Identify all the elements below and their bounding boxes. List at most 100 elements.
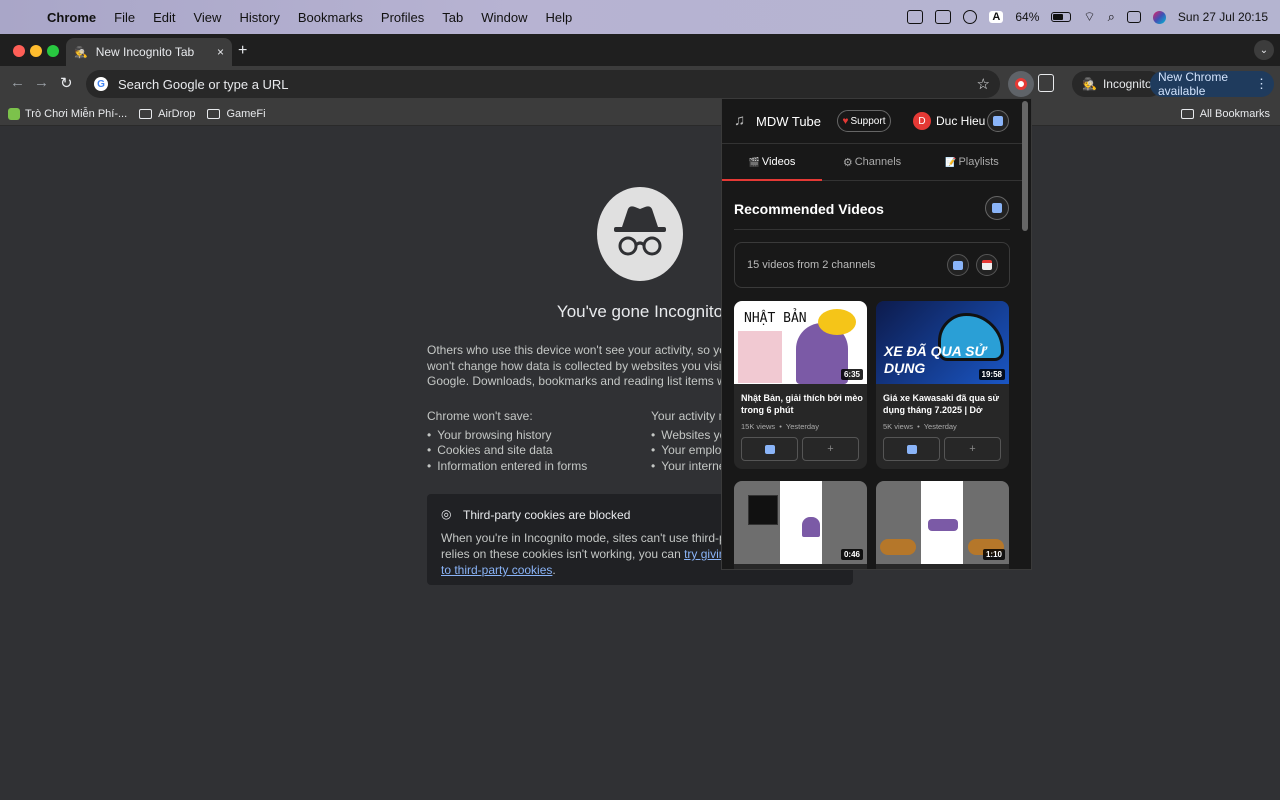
menu-file[interactable]: File [105, 10, 144, 25]
chrome-update-button[interactable]: New Chrome available ⋮ [1150, 70, 1274, 98]
tab-title: New Incognito Tab [95, 45, 195, 59]
screen-capture-icon[interactable] [907, 10, 924, 24]
video-duration: 19:58 [978, 369, 1005, 380]
list-item: Your browsing history [427, 428, 587, 444]
zoom-window-button[interactable] [47, 45, 59, 57]
browser-toolbar: ← → ↻ G Search Google or type a URL ☆ 🕵 … [0, 66, 1280, 102]
search-icon[interactable]: ⌕ [1108, 9, 1115, 25]
video-duration: 0:46 [840, 549, 863, 560]
datetime[interactable]: Sun 27 Jul 20:15 [1178, 10, 1268, 24]
wifi-icon[interactable]: ⌔ [1083, 9, 1095, 25]
video-meta: 15K views • Yesterday [741, 422, 819, 431]
menu-tab[interactable]: Tab [433, 10, 472, 25]
mdw-tube-popup: ♫ MDW Tube ♥ Support D Duc Hieu 🎬 Videos… [721, 98, 1032, 570]
gear-icon: ⚙ [842, 156, 853, 169]
add-video-button[interactable]: + [944, 437, 1001, 461]
menu-bookmarks[interactable]: Bookmarks [289, 10, 372, 25]
all-bookmarks-label: All Bookmarks [1199, 107, 1270, 120]
video-thumbnail[interactable]: 1:10 [876, 481, 1009, 564]
music-note-icon: ♫ [734, 112, 746, 129]
video-thumbnail[interactable]: 0:46 [734, 481, 867, 564]
mdw-tube-extension-button[interactable] [1008, 71, 1034, 97]
video-thumbnail[interactable]: NHẬT BẢN 6:35 [734, 301, 867, 384]
folder-icon [207, 108, 221, 119]
tab-new-incognito[interactable]: 🕵 New Incognito Tab × [66, 38, 232, 66]
control-center-icon[interactable] [1126, 11, 1141, 23]
bookmark-star-icon[interactable]: ☆ [977, 75, 990, 93]
incognito-profile-chip[interactable]: 🕵 Incognito [1072, 71, 1162, 97]
bookmark-item[interactable]: Trò Chơi Miễn Phí-... [8, 107, 127, 120]
menu-app-name[interactable]: Chrome [38, 10, 105, 25]
back-button[interactable]: ← [10, 74, 25, 91]
video-title[interactable]: Giá xe Kawasaki đã qua sử dụng tháng 7.2… [883, 392, 1005, 416]
video-card[interactable]: 1:10 [876, 481, 1009, 569]
user-name: Duc Hieu [936, 114, 986, 128]
video-thumbnail[interactable]: XE ĐÃ QUA SỬ DỤNG 19:58 [876, 301, 1009, 384]
burst-illustration [818, 309, 856, 335]
cat-illustration [802, 517, 820, 537]
video-duration: 6:35 [840, 369, 863, 380]
bookmark-label: AirDrop [158, 107, 196, 120]
video-card[interactable]: XE ĐÃ QUA SỬ DỤNG 19:58 Giá xe Kawasaki … [876, 301, 1009, 469]
refresh-button[interactable] [987, 110, 1009, 132]
video-card[interactable]: NHẬT BẢN 6:35 Nhật Bản, giải thích bởi m… [734, 301, 867, 469]
extensions-puzzle-icon[interactable] [1038, 74, 1054, 92]
list-item: Information entered in forms [427, 459, 587, 475]
play-icon [764, 444, 775, 454]
bookmark-folder-airdrop[interactable]: AirDrop [139, 108, 195, 120]
grid-view-button[interactable] [947, 254, 969, 276]
play-video-button[interactable] [741, 437, 798, 461]
cookies-body: When you're in Incognito mode, sites can… [441, 530, 765, 578]
heart-icon: ♥ [842, 115, 849, 127]
tab-channels[interactable]: ⚙ Channels [822, 144, 922, 180]
video-card[interactable]: 0:46 [734, 481, 867, 569]
play-icon [906, 444, 917, 454]
menu-view[interactable]: View [184, 10, 230, 25]
support-button[interactable]: ♥ Support [837, 110, 891, 132]
calendar-button[interactable] [976, 254, 998, 276]
forward-button[interactable]: → [34, 74, 49, 91]
mdw-tube-icon [1015, 78, 1027, 90]
siri-icon[interactable] [1152, 10, 1166, 24]
section-title: Recommended Videos [734, 201, 884, 217]
tab-videos[interactable]: 🎬 Videos [722, 144, 822, 181]
avatar[interactable]: D [913, 112, 931, 130]
address-bar[interactable]: G Search Google or type a URL ☆ [86, 70, 1000, 98]
menu-help[interactable]: Help [537, 10, 582, 25]
play-video-button[interactable] [883, 437, 940, 461]
calendar-icon [982, 260, 992, 270]
chart-illustration [748, 495, 778, 525]
popup-scrollbar[interactable] [1022, 101, 1028, 231]
video-title[interactable]: Nhật Bản, giải thích bởi mèo trong 6 phú… [741, 392, 863, 416]
menu-profiles[interactable]: Profiles [372, 10, 433, 25]
close-window-button[interactable] [13, 45, 25, 57]
bookmark-folder-gamefi[interactable]: GameFi [207, 108, 266, 120]
reload-button[interactable]: ↻ [60, 74, 73, 92]
add-video-button[interactable]: + [802, 437, 859, 461]
summary-bar: 15 videos from 2 channels [734, 242, 1010, 288]
reload-videos-button[interactable] [985, 196, 1009, 220]
tab-playlists[interactable]: 📝 Playlists [922, 144, 1022, 180]
eye-off-icon: ◎ [441, 507, 452, 521]
input-source-icon[interactable]: A [989, 11, 1004, 23]
menu-window[interactable]: Window [472, 10, 536, 25]
more-menu-icon[interactable]: ⋮ [1255, 76, 1268, 92]
video-meta: 5K views • Yesterday [883, 422, 957, 431]
minimize-window-button[interactable] [30, 45, 42, 57]
clapper-icon: 🎬 [748, 156, 760, 167]
popup-tabs: 🎬 Videos ⚙ Channels 📝 Playlists [722, 143, 1022, 181]
tab-close-icon[interactable]: × [217, 45, 224, 59]
play-circle-icon[interactable] [963, 10, 978, 24]
tab-search-button[interactable]: ⌄ [1254, 40, 1274, 60]
menu-history[interactable]: History [230, 10, 288, 25]
menu-edit[interactable]: Edit [144, 10, 184, 25]
display-icon[interactable] [935, 10, 952, 24]
new-tab-button[interactable]: + [238, 42, 247, 60]
incognito-spy-icon [597, 187, 683, 281]
all-bookmarks-button[interactable]: All Bookmarks [1180, 107, 1270, 120]
wont-save-list: Chrome won't save: Your browsing history… [427, 409, 587, 474]
third-party-cookies-link[interactable]: to third-party cookies [441, 563, 552, 577]
list-item: Cookies and site data [427, 443, 587, 459]
refresh-icon [992, 203, 1002, 213]
battery-icon[interactable] [1051, 12, 1072, 22]
